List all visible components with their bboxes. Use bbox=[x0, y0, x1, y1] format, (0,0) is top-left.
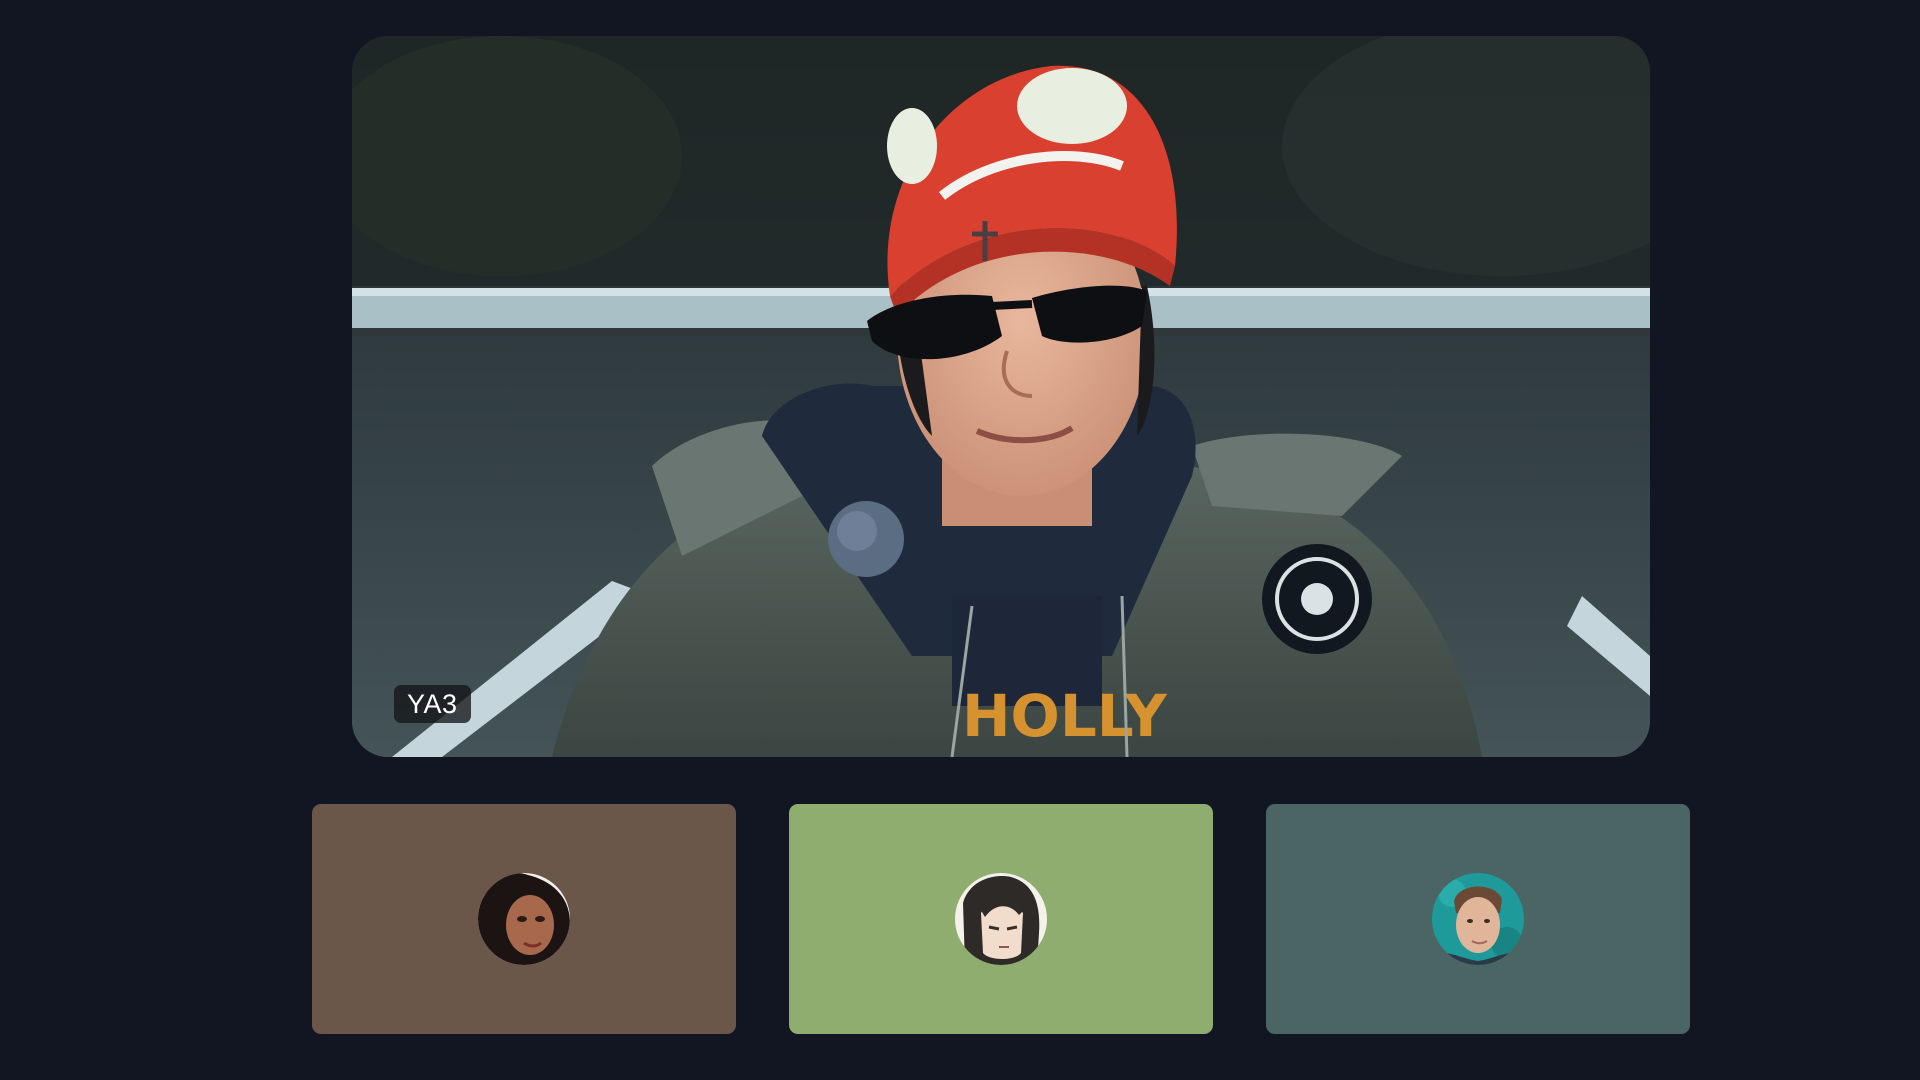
participant-tile-2[interactable] bbox=[789, 804, 1213, 1034]
active-speaker-video[interactable]: HOLLY YA3 bbox=[352, 36, 1650, 757]
video-call-stage: HOLLY YA3 bbox=[0, 0, 1920, 1080]
speaker-video-frame: HOLLY bbox=[352, 36, 1650, 757]
man-teal-background-avatar bbox=[1432, 873, 1524, 965]
participant-strip bbox=[312, 804, 1690, 1034]
anime-character-avatar bbox=[955, 873, 1047, 965]
participant-tile-1[interactable] bbox=[312, 804, 736, 1034]
participant-tile-3[interactable] bbox=[1266, 804, 1690, 1034]
portrait-dark-hair-avatar bbox=[478, 873, 570, 965]
svg-text:HOLLY: HOLLY bbox=[962, 682, 1168, 750]
speaker-name-tag: YA3 bbox=[394, 685, 471, 723]
